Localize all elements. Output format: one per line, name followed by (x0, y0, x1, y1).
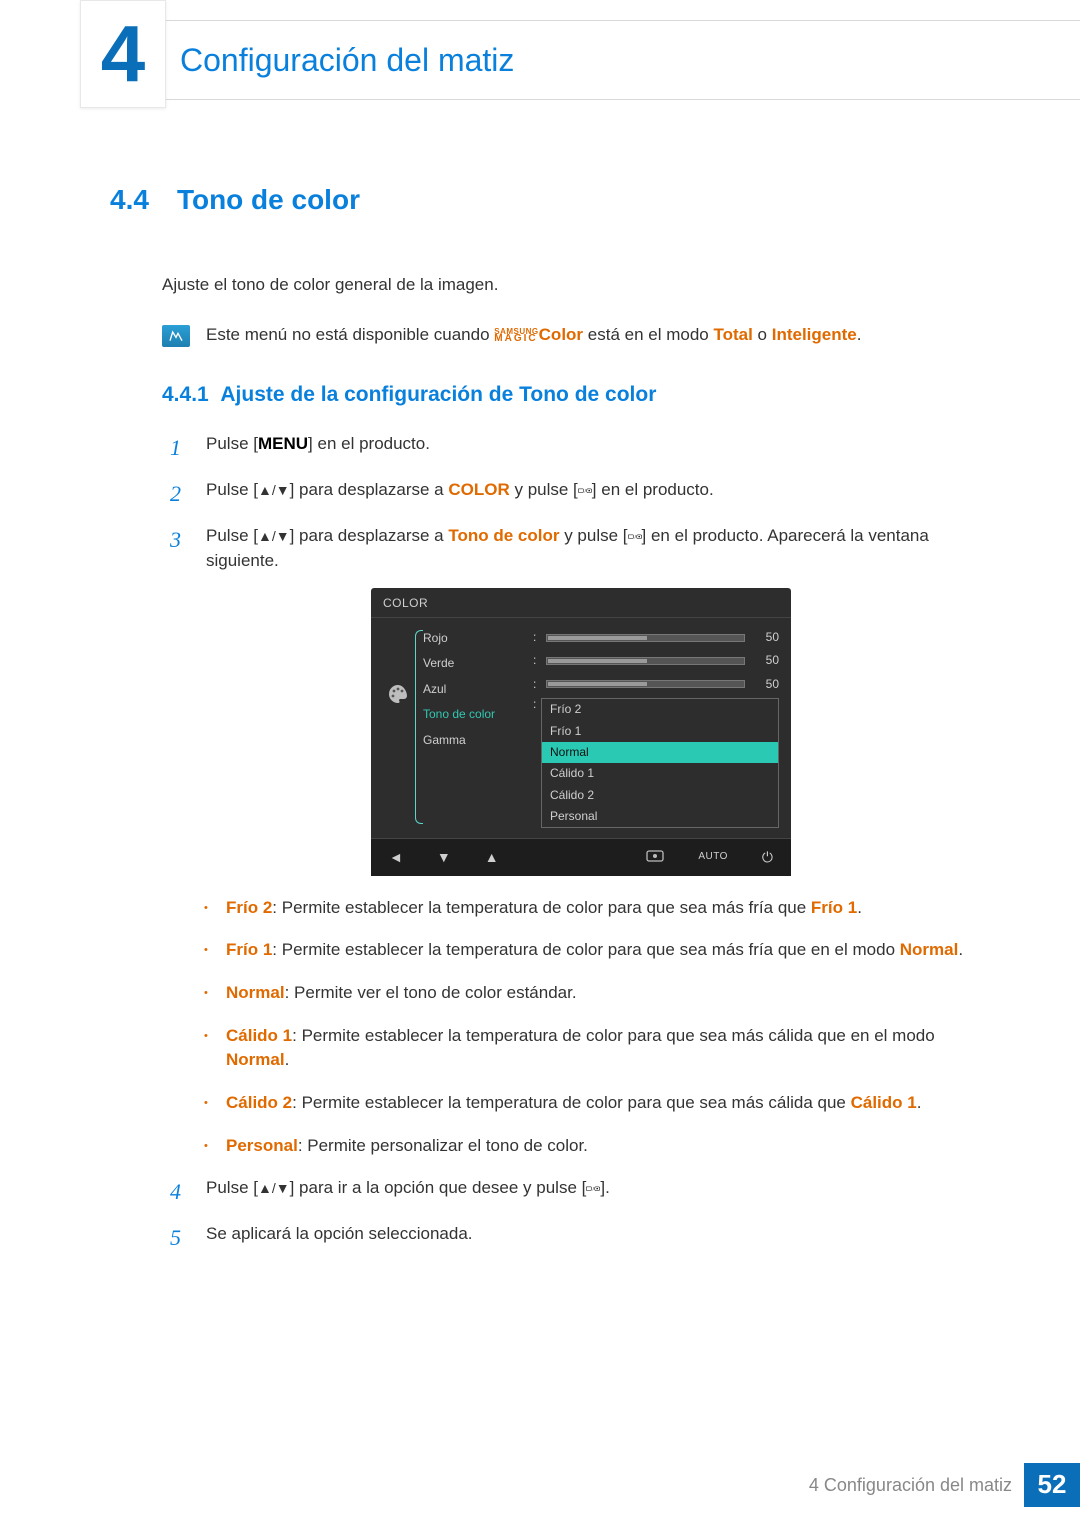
section-title: Tono de color (177, 184, 360, 215)
osd-option-frio2: Frío 2 (542, 699, 778, 720)
osd-footer-auto-label: AUTO (698, 850, 728, 865)
osd-option-personal: Personal (542, 806, 778, 827)
desc-normal: Normal: Permite ver el tono de color est… (204, 981, 1000, 1006)
osd-row-rojo-label: Rojo (423, 626, 523, 651)
enter-source-icon: / (628, 524, 642, 549)
osd-option-normal: Normal (542, 742, 778, 763)
osd-tone-options: Frío 2 Frío 1 Normal Cálido 1 Cálido 2 P… (541, 698, 779, 828)
samsung-magic-label: SAMSUNGMAGIC (494, 329, 538, 343)
palette-icon (386, 682, 410, 711)
step-3: 3 Pulse [▲/▼] para desplazarse a Tono de… (170, 524, 1000, 573)
desc-calido2: Cálido 2: Permite establecer la temperat… (204, 1091, 1000, 1116)
subsection-title: Ajuste de la configuración de Tono de co… (220, 383, 656, 406)
option-descriptions: Frío 2: Permite establecer la temperatur… (204, 896, 1000, 1158)
step-4: 4 Pulse [▲/▼] para ir a la opción que de… (170, 1176, 1000, 1208)
steps-list-continued: 4 Pulse [▲/▼] para ir a la opción que de… (170, 1176, 1000, 1254)
desc-personal: Personal: Permite personalizar el tono d… (204, 1134, 1000, 1159)
step-5: 5 Se aplicará la opción seleccionada. (170, 1222, 1000, 1254)
osd-option-calido2: Cálido 2 (542, 785, 778, 806)
up-down-arrow-icon: ▲/▼ (258, 1180, 290, 1196)
chapter-title: Configuración del matiz (180, 37, 514, 83)
section-number: 4.4 (110, 184, 149, 215)
osd-title: COLOR (371, 588, 791, 618)
osd-row-azul-label: Azul (423, 677, 523, 702)
osd-slider-azul: : 50 (533, 673, 779, 696)
footer-chapter-label: 4 Configuración del matiz (809, 1472, 1012, 1498)
subsection-heading: 4.4.1 Ajuste de la configuración de Tono… (162, 380, 1000, 410)
svg-text:/: / (634, 534, 636, 539)
svg-text:/: / (584, 488, 586, 493)
up-down-arrow-icon: ▲/▼ (258, 482, 290, 498)
intro-text: Ajuste el tono de color general de la im… (162, 273, 1000, 298)
desc-calido1: Cálido 1: Permite establecer la temperat… (204, 1024, 1000, 1073)
desc-frio2: Frío 2: Permite establecer la temperatur… (204, 896, 1000, 921)
osd-slider-verde: : 50 (533, 649, 779, 672)
osd-row-verde-label: Verde (423, 651, 523, 676)
menu-button-label: MENU (258, 434, 308, 453)
chapter-header: Configuración del matiz (80, 20, 1080, 100)
osd-slider-rojo: : 50 (533, 626, 779, 649)
osd-screenshot: COLOR Rojo Verde Azul Tono de color Gamm… (162, 588, 1000, 876)
step-2: 2 Pulse [▲/▼] para desplazarse a COLOR y… (170, 478, 1000, 510)
osd-footer-up-icon: ▲ (485, 847, 499, 867)
osd-option-frio1: Frío 1 (542, 721, 778, 742)
page-footer: 4 Configuración del matiz 52 (0, 1463, 1080, 1507)
note-row: Este menú no está disponible cuando SAMS… (162, 323, 1000, 348)
footer-page-number: 52 (1024, 1463, 1080, 1507)
page-content: 4.4 Tono de color Ajuste el tono de color… (110, 180, 1000, 1268)
note-icon (162, 325, 190, 347)
osd-footer-power-icon: ⏻ (762, 847, 773, 867)
osd-footer: ◄ ▼ ▲ AUTO ⏻ (371, 838, 791, 875)
steps-list: 1 Pulse [MENU] en el producto. 2 Pulse [… (170, 432, 1000, 573)
desc-frio1: Frío 1: Permite establecer la temperatur… (204, 938, 1000, 963)
enter-source-icon: / (586, 1176, 600, 1201)
osd-option-calido1: Cálido 1 (542, 763, 778, 784)
step-1: 1 Pulse [MENU] en el producto. (170, 432, 1000, 464)
osd-row-gamma-label: Gamma (423, 728, 523, 753)
subsection-number: 4.4.1 (162, 383, 209, 406)
osd-footer-down-icon: ▼ (437, 847, 451, 867)
up-down-arrow-icon: ▲/▼ (258, 528, 290, 544)
osd-footer-enter-icon (646, 847, 664, 867)
svg-text:/: / (593, 1186, 595, 1191)
note-text: Este menú no está disponible cuando SAMS… (206, 323, 861, 348)
chapter-badge: 4 (80, 0, 166, 108)
section-heading: 4.4 Tono de color (110, 180, 1000, 221)
osd-footer-left-icon: ◄ (389, 847, 403, 867)
osd-row-tono-label: Tono de color (423, 702, 523, 727)
chapter-number: 4 (101, 14, 146, 94)
enter-source-icon: / (578, 478, 592, 503)
